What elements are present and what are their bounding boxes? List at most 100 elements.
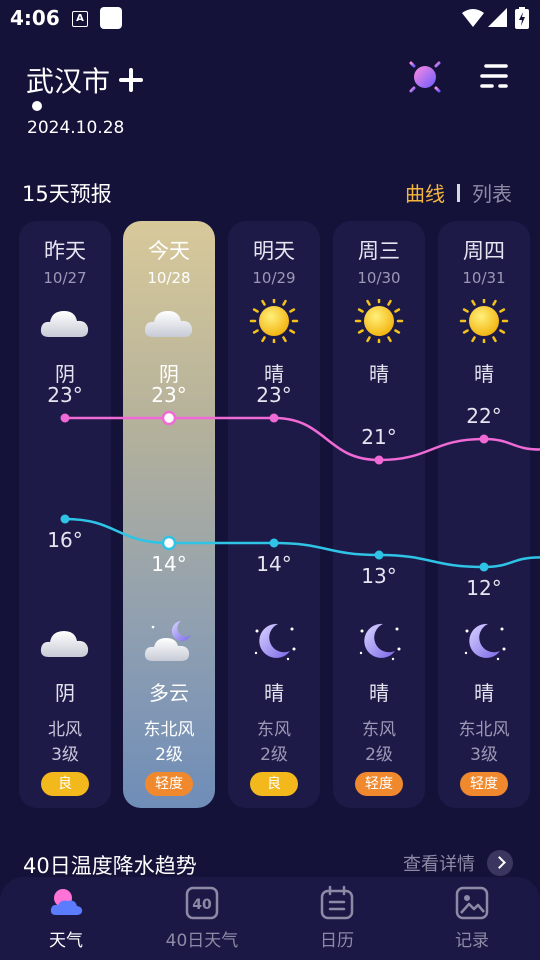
calendar-icon xyxy=(320,885,354,920)
aqi-badge: 轻度 xyxy=(145,772,193,796)
forecast-day-today[interactable]: 今天 10/28 阴 多云 东北风 2级 轻度 xyxy=(123,221,215,808)
night-weather-icon xyxy=(143,619,195,665)
night-weather: 晴 xyxy=(474,681,494,705)
add-city-icon[interactable] xyxy=(118,67,144,93)
day-label: 周三 xyxy=(358,239,400,263)
low-temp-label: 14° xyxy=(256,552,292,576)
calendar-40-icon: 40 xyxy=(185,886,219,920)
high-temp-label: 23° xyxy=(256,383,292,407)
wind-direction: 东风 xyxy=(257,720,291,740)
night-weather-icon xyxy=(248,619,300,665)
high-temp-label: 23° xyxy=(47,383,83,407)
aqi-badge: 良 xyxy=(41,772,89,796)
low-temp-label: 12° xyxy=(466,576,502,600)
cloudy-night-icon xyxy=(144,621,191,661)
day-label: 周四 xyxy=(463,239,505,263)
forecast-day-yesterday[interactable]: 昨天 10/27 阴 阴 北风 3级 良 xyxy=(19,221,111,808)
night-weather: 多云 xyxy=(149,681,189,705)
low-temp-label: 14° xyxy=(151,552,187,576)
nav-item-calendar[interactable]: 日历 xyxy=(282,885,392,951)
sun-icon xyxy=(249,296,299,346)
status-bar: 4:06 A xyxy=(0,0,540,36)
battery-icon xyxy=(515,7,529,29)
forecast-day-thu[interactable]: 周四 10/31 晴 晴 东北风 3级 轻度 xyxy=(438,221,530,808)
wind-direction: 东北风 xyxy=(458,720,510,740)
aqi-badge: 轻度 xyxy=(355,772,403,796)
day-weather-icon xyxy=(143,299,195,343)
nav-label-record: 记录 xyxy=(455,931,489,951)
day-date: 10/27 xyxy=(43,269,87,287)
wind-level: 2级 xyxy=(155,745,183,765)
day-label: 明天 xyxy=(253,239,295,263)
aqi-badge: 轻度 xyxy=(460,772,508,796)
wind-direction: 东北风 xyxy=(143,720,195,740)
status-time: 4:06 xyxy=(10,6,60,30)
toggle-list-tab[interactable]: 列表 xyxy=(472,178,512,207)
current-date: 2024.10.28 xyxy=(27,118,125,138)
sun-icon xyxy=(354,296,404,346)
wind-direction: 东风 xyxy=(362,720,396,740)
location-dot-icon xyxy=(32,101,42,111)
aqi-badge: 良 xyxy=(250,772,298,796)
nav-label-calendar: 日历 xyxy=(320,931,354,951)
sun-icon xyxy=(459,296,509,346)
cloud-icon xyxy=(144,311,193,337)
day-label: 今天 xyxy=(148,239,190,263)
high-temp-label: 22° xyxy=(466,404,502,428)
bottom-nav: 天气 40 40日天气 日历 记录 xyxy=(0,877,540,960)
day-weather: 晴 xyxy=(474,362,494,386)
nav-label-weather: 天气 xyxy=(49,931,83,951)
theme-sun-icon[interactable] xyxy=(403,55,447,99)
city-selector[interactable]: 武汉市 xyxy=(26,60,144,100)
low-temp-label: 13° xyxy=(361,564,397,588)
moon-icon xyxy=(254,623,296,661)
notification-a-icon: A xyxy=(72,11,88,27)
cloud-icon xyxy=(40,631,89,657)
toggle-divider xyxy=(457,183,460,202)
night-weather-icon xyxy=(353,619,405,665)
toggle-curve-tab[interactable]: 曲线 xyxy=(405,178,445,207)
nav-label-40day: 40日天气 xyxy=(165,931,239,951)
forecast-title: 15天预报 xyxy=(22,182,112,206)
forecast-day-tomorrow[interactable]: 明天 10/29 晴 晴 东风 2级 良 xyxy=(228,221,320,808)
chevron-right-icon[interactable] xyxy=(487,850,513,876)
moon-icon xyxy=(359,623,401,661)
high-temp-label: 23° xyxy=(151,383,187,407)
nav-item-weather[interactable]: 天气 xyxy=(11,885,121,951)
day-weather-icon xyxy=(39,299,91,343)
trend-more-label: 查看详情 xyxy=(403,854,475,875)
trend-more-link[interactable]: 查看详情 xyxy=(403,850,513,876)
photo-icon xyxy=(455,886,489,920)
wind-direction: 北风 xyxy=(48,720,82,740)
day-date: 10/31 xyxy=(462,269,506,287)
day-weather: 晴 xyxy=(369,362,389,386)
wind-level: 2级 xyxy=(260,745,288,765)
notification-square-icon xyxy=(100,7,122,29)
nav-item-record[interactable]: 记录 xyxy=(417,885,527,951)
city-name: 武汉市 xyxy=(26,65,111,98)
menu-icon[interactable] xyxy=(478,62,510,92)
night-weather: 阴 xyxy=(55,681,75,705)
day-weather-icon xyxy=(248,296,300,346)
view-toggle: 曲线 列表 xyxy=(405,178,512,207)
signal-icon xyxy=(488,8,507,27)
night-weather: 晴 xyxy=(264,681,284,705)
day-date: 10/30 xyxy=(357,269,401,287)
day-date: 10/29 xyxy=(252,269,296,287)
day-weather-icon xyxy=(353,296,405,346)
wind-level: 3级 xyxy=(51,745,79,765)
cloud-icon xyxy=(40,311,89,337)
night-weather-icon xyxy=(39,619,91,665)
wind-level: 2级 xyxy=(365,745,393,765)
wifi-icon xyxy=(462,9,484,27)
svg-text:40: 40 xyxy=(192,897,212,913)
night-weather: 晴 xyxy=(369,681,389,705)
high-temp-label: 21° xyxy=(361,425,397,449)
day-weather-icon xyxy=(458,296,510,346)
day-label: 昨天 xyxy=(44,239,86,263)
weather-icon xyxy=(50,889,83,915)
nav-item-40day[interactable]: 40 40日天气 xyxy=(147,885,257,951)
forecast-day-wed[interactable]: 周三 10/30 晴 晴 东风 2级 轻度 xyxy=(333,221,425,808)
night-weather-icon xyxy=(458,619,510,665)
day-date: 10/28 xyxy=(147,269,191,287)
